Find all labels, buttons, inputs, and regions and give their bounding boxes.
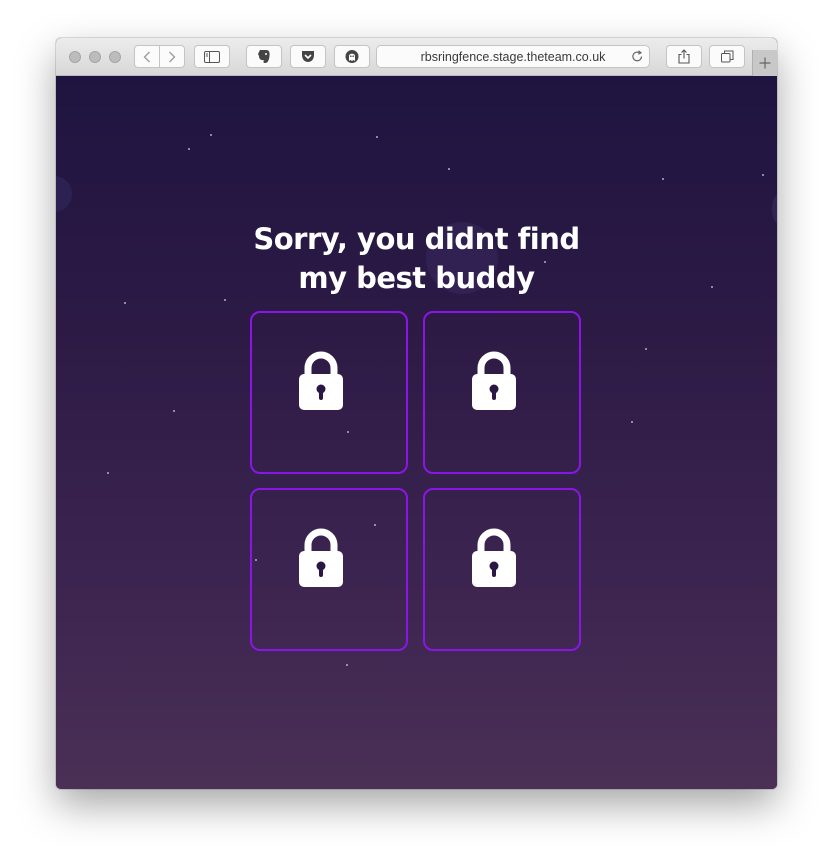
sidebar-icon — [204, 50, 220, 63]
tabs-overview-icon — [720, 50, 733, 63]
back-button[interactable] — [134, 45, 160, 68]
star-decoration — [711, 286, 713, 288]
locked-tile-1[interactable] — [250, 311, 408, 474]
planet-decoration — [772, 194, 777, 224]
url-text: rbsringfence.stage.theteam.co.uk — [420, 49, 606, 64]
title-line-1: Sorry, you didnt find — [253, 222, 580, 256]
chevron-right-icon — [169, 51, 176, 62]
star-decoration — [346, 664, 348, 666]
star-decoration — [107, 472, 109, 474]
sidebar-button[interactable] — [194, 45, 230, 68]
reload-icon[interactable] — [631, 50, 644, 63]
ghostery-icon — [345, 50, 359, 63]
star-decoration — [448, 168, 450, 170]
padlock-icon — [472, 351, 516, 410]
plus-icon — [759, 57, 771, 69]
locked-tile-3[interactable] — [250, 488, 408, 651]
page-content: Sorry, you didnt find my best buddy — [56, 76, 777, 789]
padlock-icon — [472, 528, 516, 587]
share-button[interactable] — [666, 45, 702, 68]
browser-toolbar: rbsringfence.stage.theteam.co.uk — [56, 38, 777, 76]
minimize-window-button[interactable] — [89, 51, 101, 63]
star-decoration — [124, 302, 126, 304]
address-bar[interactable]: rbsringfence.stage.theteam.co.uk — [376, 45, 650, 68]
title-line-2: my best buddy — [298, 261, 535, 295]
close-window-button[interactable] — [69, 51, 81, 63]
padlock-icon — [299, 351, 343, 410]
forward-button[interactable] — [159, 45, 185, 68]
star-decoration — [173, 410, 175, 412]
share-icon — [678, 49, 690, 64]
zoom-window-button[interactable] — [109, 51, 121, 63]
star-decoration — [762, 174, 764, 176]
locked-tile-4[interactable] — [423, 488, 581, 651]
star-decoration — [662, 178, 664, 180]
new-tab-button[interactable] — [752, 50, 777, 76]
star-decoration — [210, 134, 212, 136]
tabs-overview-button[interactable] — [709, 45, 745, 68]
star-decoration — [645, 348, 647, 350]
locked-tile-2[interactable] — [423, 311, 581, 474]
pocket-icon — [302, 51, 314, 62]
chevron-left-icon — [143, 51, 150, 62]
ghostery-button[interactable] — [334, 45, 370, 68]
browser-window: rbsringfence.stage.theteam.co.uk Sorry, … — [56, 38, 777, 789]
planet-decoration — [56, 176, 72, 212]
star-decoration — [376, 136, 378, 138]
pocket-button[interactable] — [290, 45, 326, 68]
star-decoration — [631, 421, 633, 423]
star-decoration — [224, 299, 226, 301]
star-decoration — [188, 148, 190, 150]
evernote-icon — [258, 50, 270, 63]
evernote-button[interactable] — [246, 45, 282, 68]
page-title: Sorry, you didnt find my best buddy — [216, 220, 617, 298]
padlock-icon — [299, 528, 343, 587]
